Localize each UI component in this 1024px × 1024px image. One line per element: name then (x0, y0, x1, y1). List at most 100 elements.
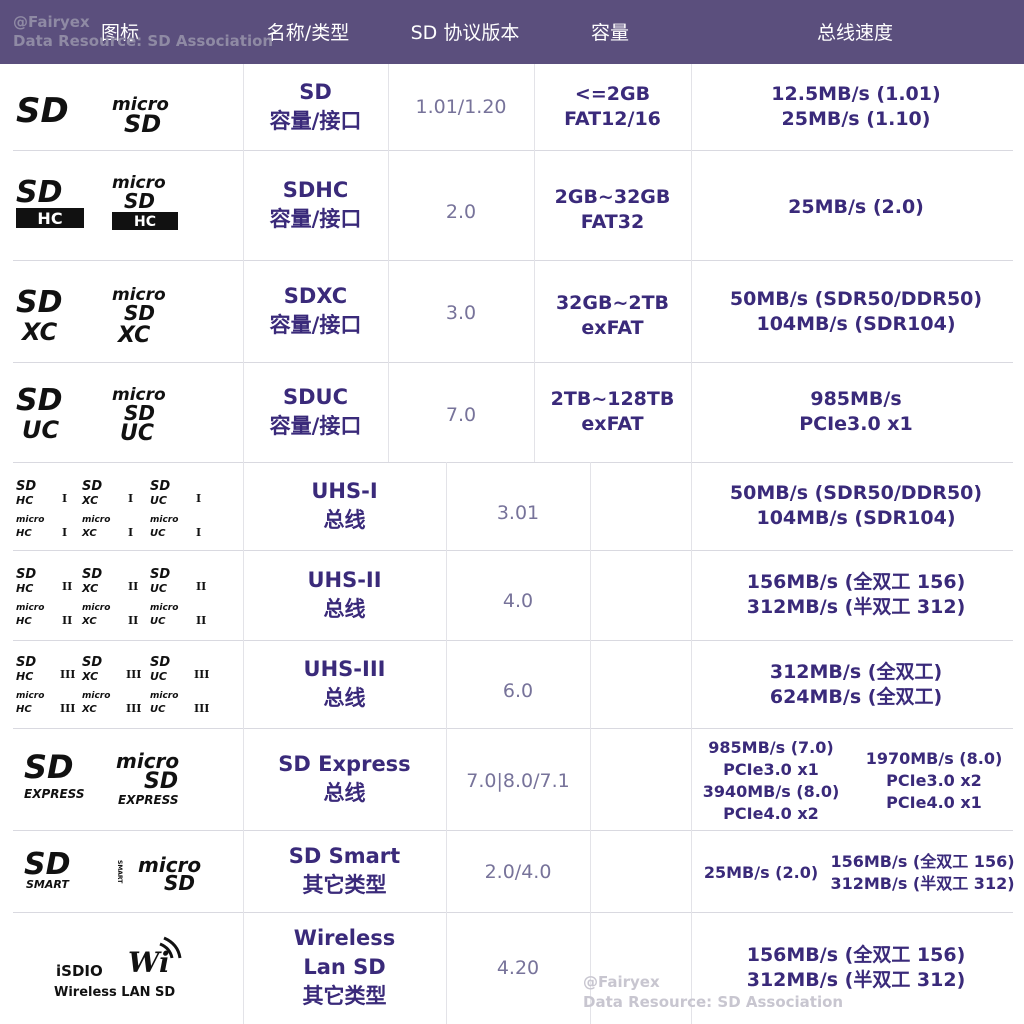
row-sduc-speed: 985MB/s PCIe3.0 x1 (691, 362, 1021, 462)
uc-logo-text: UC (22, 416, 59, 444)
row-sd-smart-speed-left: 25MB/s (2.0) (699, 830, 823, 916)
type-text: 容量/接口 (269, 313, 362, 337)
express-logo-text: EXPRESS (24, 787, 85, 801)
name-text: SD (299, 80, 332, 104)
header-version: SD 协议版本 (410, 22, 520, 44)
column-divider (590, 462, 591, 1024)
type-text: 容量/接口 (269, 109, 362, 133)
svg-text:HC: HC (16, 616, 32, 627)
express-logo-text: EXPRESS (118, 793, 179, 807)
filesystem-text: exFAT (581, 317, 644, 339)
svg-text:UC: UC (150, 670, 167, 683)
speed-text: 12.5MB/s (1.01) (771, 83, 941, 105)
speed-text: 3940MB/s (8.0) (702, 782, 840, 801)
sd-logo-text: SD (16, 285, 63, 320)
type-text: 总线 (323, 781, 366, 805)
svg-text:SD: SD (82, 655, 102, 670)
row-wireless-lan-sd-name: Wireless Lan SD 其它类型 (243, 912, 446, 1022)
row-sdxc-name: SDXC 容量/接口 (243, 260, 388, 362)
sdxc-logo-icon: SD XC micro SD XC (16, 285, 166, 348)
hc-logo-text: HC (134, 214, 156, 230)
svg-text:SD: SD (16, 479, 36, 494)
sduc-logo-icon: SD UC micro SD UC (16, 383, 166, 446)
svg-text:I: I (62, 492, 67, 505)
sd-logo-text: SD (24, 748, 74, 786)
type-text: 其它类型 (302, 873, 387, 897)
row-sdxc-version: 3.0 (445, 302, 477, 324)
row-uhs3-speed: 312MB/s (全双工) 624MB/s (全双工) (691, 640, 1021, 730)
header-capacity: 容量 (590, 22, 629, 44)
svg-text:II: II (128, 580, 138, 593)
watermark-source: Data Resource: SD Association (583, 993, 844, 1011)
smart-vertical-text: SMART (116, 860, 123, 884)
row-uhs1-version: 3.01 (496, 502, 540, 524)
microsd-logo-text: SD (124, 189, 155, 213)
header-bus-speed: 总线速度 (816, 22, 893, 44)
row-sd-express-speed-left: 985MB/s (7.0) PCIe3.0 x1 3940MB/s (8.0) … (691, 728, 851, 834)
name-text: SDUC (282, 385, 349, 409)
row-sd-smart-version: 2.0/4.0 (484, 861, 552, 883)
capacity-text: 32GB~2TB (555, 292, 670, 314)
svg-text:XC: XC (81, 616, 97, 627)
type-text: 总线 (323, 597, 366, 621)
speed-text: 50MB/s (SDR50/DDR50) (729, 482, 983, 504)
row-sd-speed: 12.5MB/s (1.01) 25MB/s (1.10) (691, 64, 1021, 150)
uhs-1-logo-icon: SDHC I SDXC I SDUC I microHC I microXC I… (16, 479, 201, 539)
row-sd-version: 1.01/1.20 (415, 96, 507, 118)
row-sd-capacity: <=2GB FAT12/16 (534, 64, 691, 150)
row-uhs2-name: UHS-II 总线 (243, 550, 446, 640)
svg-text:I: I (128, 526, 133, 539)
svg-text:II: II (62, 614, 72, 627)
speed-text: 312MB/s (半双工 312) (830, 874, 1015, 893)
microsd-logo-text: SD (124, 110, 161, 138)
speed-text: 25MB/s (2.0) (788, 195, 924, 218)
speed-text: PCIe4.0 x2 (723, 804, 819, 823)
row-uhs1-name: UHS-I 总线 (243, 462, 446, 550)
microsd-logo-text: SD (164, 871, 195, 895)
sd-logo-icon: SD micro SD (16, 91, 169, 138)
row-sduc-capacity: 2TB~128TB exFAT (534, 362, 691, 462)
row-sduc-version: 7.0 (445, 404, 477, 426)
speed-text: 104MB/s (SDR104) (756, 507, 956, 529)
svg-text:micro: micro (16, 515, 44, 525)
sd-logo-text: SD (24, 847, 71, 882)
microsd-logo-text: SD (124, 301, 155, 325)
svg-text:XC: XC (81, 582, 98, 595)
svg-text:II: II (196, 580, 206, 593)
svg-text:XC: XC (81, 704, 97, 715)
row-sdxc-capacity: 32GB~2TB exFAT (534, 260, 691, 372)
speed-text: 1970MB/s (8.0) (865, 749, 1003, 768)
svg-text:XC: XC (81, 670, 98, 683)
svg-text:HC: HC (16, 528, 32, 539)
filesystem-text: exFAT (581, 413, 644, 435)
svg-text:micro: micro (82, 691, 110, 701)
speed-text: PCIe3.0 x2 (886, 771, 982, 790)
type-text: 总线 (323, 686, 366, 710)
name-text: SD Express (278, 752, 411, 776)
svg-text:SD: SD (150, 567, 170, 582)
capacity-text: <=2GB (574, 83, 651, 105)
svg-text:UC: UC (150, 704, 166, 715)
svg-text:HC: HC (16, 494, 33, 507)
row-uhs3-version: 6.0 (502, 680, 534, 702)
svg-text:III: III (194, 702, 209, 715)
svg-text:SD: SD (16, 655, 36, 670)
row-wireless-lan-sd-version: 4.20 (496, 957, 540, 979)
uc-logo-text: UC (120, 421, 154, 446)
svg-text:UC: UC (150, 616, 166, 627)
speed-text: 985MB/s (810, 388, 902, 410)
svg-text:II: II (62, 580, 72, 593)
svg-text:HC: HC (16, 670, 33, 683)
microsd-logo-text: SD (144, 769, 178, 794)
uhs-2-logo-icon: SDHC II SDXC II SDUC II microHC II micro… (16, 567, 206, 627)
speed-text: 985MB/s (7.0) (708, 738, 834, 757)
xc-logo-text: XC (20, 318, 58, 346)
isdio-logo-text: iSDIO (56, 962, 103, 980)
svg-text:HC: HC (16, 704, 32, 715)
name-text: Lan SD (303, 954, 386, 979)
speed-text: 312MB/s (半双工 312) (746, 596, 966, 618)
speed-text: 104MB/s (SDR104) (756, 313, 956, 335)
name-text: UHS-I (311, 479, 378, 503)
svg-text:III: III (126, 668, 141, 681)
svg-text:III: III (60, 668, 75, 681)
